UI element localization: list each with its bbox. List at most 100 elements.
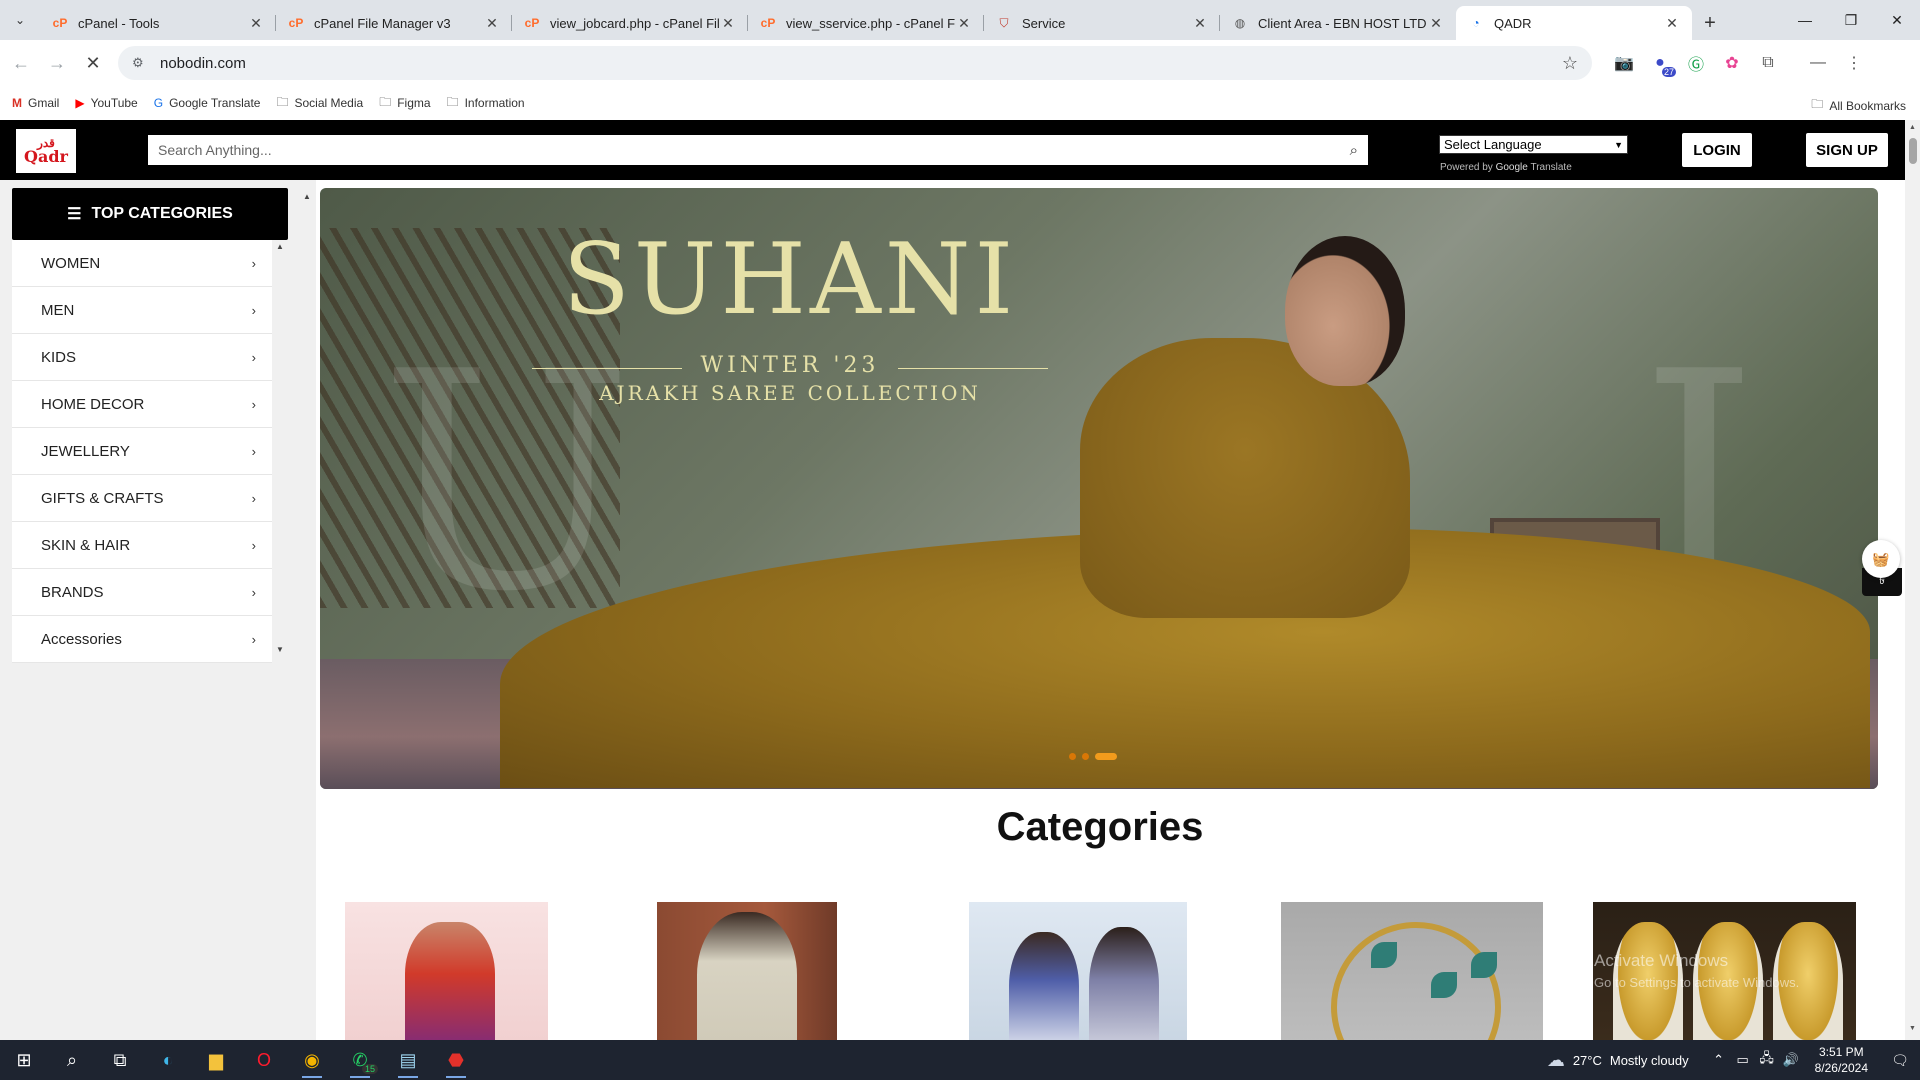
- browser-tab[interactable]: cP cPanel - Tools ✕: [40, 6, 276, 40]
- close-window-button[interactable]: ✕: [1874, 0, 1920, 40]
- sidebar-item-men[interactable]: MEN ›: [12, 287, 272, 334]
- language-select[interactable]: Select Language ▼: [1439, 135, 1628, 154]
- new-tab-button[interactable]: +: [1692, 6, 1728, 40]
- search-icon[interactable]: ⌕: [1350, 142, 1358, 159]
- task-view-icon[interactable]: ⧉: [96, 1040, 144, 1080]
- main-scroll-up-icon[interactable]: ▲: [303, 192, 311, 201]
- opera-icon[interactable]: O: [240, 1040, 288, 1080]
- close-icon[interactable]: ✕: [248, 15, 264, 32]
- chevron-right-icon: ›: [251, 631, 256, 647]
- bookmark-folder-figma[interactable]: 🗀 Figma: [379, 93, 430, 114]
- chrome-icon[interactable]: ◉: [288, 1040, 336, 1080]
- hero-banner[interactable]: U I SUHANI WINTER '23 AJRAKH SAREE COLLE…: [320, 188, 1878, 789]
- slide-dot-active[interactable]: [1095, 753, 1117, 760]
- back-button[interactable]: ←: [6, 48, 36, 78]
- close-icon[interactable]: ✕: [956, 15, 972, 32]
- sidebar-item-home-decor[interactable]: HOME DECOR ›: [12, 381, 272, 428]
- sidebar-item-women[interactable]: WOMEN ›: [12, 240, 272, 287]
- category-tile-women[interactable]: [345, 902, 548, 1040]
- stop-loading-button[interactable]: ✕: [78, 48, 108, 78]
- bookmark-gmail[interactable]: M Gmail: [12, 96, 59, 110]
- close-icon[interactable]: ✕: [484, 15, 500, 32]
- taskbar-clock[interactable]: 3:51 PM 8/26/2024: [1815, 1044, 1868, 1076]
- color-picker-icon[interactable]: ✿: [1714, 48, 1750, 78]
- search-icon[interactable]: ⌕: [48, 1040, 96, 1080]
- page-scrollbar[interactable]: ▲ ▼: [1905, 120, 1920, 1040]
- extension-badge-icon[interactable]: ● 27: [1642, 48, 1678, 78]
- device-icon[interactable]: ▭: [1731, 1052, 1755, 1068]
- site-info-icon[interactable]: ⚙: [132, 55, 150, 71]
- search-input[interactable]: Search Anything...: [158, 142, 1350, 158]
- close-icon[interactable]: ✕: [720, 15, 736, 32]
- site-search-box[interactable]: Search Anything... ⌕: [148, 135, 1368, 165]
- browser-tab-active[interactable]: ◔ QADR ✕: [1456, 6, 1692, 40]
- signup-button[interactable]: SIGN UP: [1806, 133, 1888, 167]
- qadr-logo[interactable]: قدر Qadr: [16, 129, 76, 173]
- category-tile-home-decor[interactable]: [1281, 902, 1543, 1040]
- bookmark-youtube[interactable]: ▶ YouTube: [75, 96, 137, 110]
- forward-button[interactable]: →: [42, 48, 72, 78]
- network-icon[interactable]: 🖧: [1755, 1049, 1779, 1071]
- close-icon[interactable]: ✕: [1428, 15, 1444, 32]
- browser-tab[interactable]: cP view_sservice.php - cPanel File ✕: [748, 6, 984, 40]
- browser-tab[interactable]: cP cPanel File Manager v3 ✕: [276, 6, 512, 40]
- all-bookmarks[interactable]: 🗀 All Bookmarks: [1811, 95, 1906, 116]
- category-tile-men[interactable]: [657, 902, 837, 1040]
- sidebar-item-gifts-crafts[interactable]: GIFTS & CRAFTS ›: [12, 475, 272, 522]
- profile-icon[interactable]: —: [1800, 48, 1836, 78]
- tab-search-button[interactable]: ⌄: [0, 0, 40, 40]
- top-categories-header[interactable]: ☰ TOP CATEGORIES: [12, 188, 288, 240]
- browser-tab[interactable]: cP view_jobcard.php - cPanel File ✕: [512, 6, 748, 40]
- sidebar-item-skin-hair[interactable]: SKIN & HAIR ›: [12, 522, 272, 569]
- close-icon[interactable]: ✕: [1192, 15, 1208, 32]
- file-explorer-icon[interactable]: ▆: [192, 1040, 240, 1080]
- chevron-right-icon: ›: [251, 584, 256, 600]
- sidebar-item-brands[interactable]: BRANDS ›: [12, 569, 272, 616]
- notepad-icon[interactable]: ▤: [384, 1040, 432, 1080]
- scrollbar-thumb[interactable]: [1909, 138, 1917, 164]
- bookmark-folder-information[interactable]: 🗀 Information: [447, 93, 525, 114]
- minimize-button[interactable]: —: [1782, 0, 1828, 40]
- category-tile-kids[interactable]: [969, 902, 1187, 1040]
- close-icon: ✕: [1891, 11, 1903, 28]
- edge-icon[interactable]: ◐: [144, 1040, 192, 1080]
- sidebar-scroll-up-icon[interactable]: ▲: [276, 242, 284, 251]
- cpanel-icon: cP: [524, 16, 540, 30]
- restore-button[interactable]: ❐: [1828, 0, 1874, 40]
- all-bookmarks-label: All Bookmarks: [1829, 98, 1906, 113]
- hero-slide-dots: [1069, 753, 1117, 760]
- sidebar-scroll-down-icon[interactable]: ▼: [276, 645, 284, 654]
- slide-dot[interactable]: [1082, 753, 1089, 760]
- bookmark-star-icon[interactable]: ☆: [1562, 53, 1578, 74]
- scroll-down-icon[interactable]: ▼: [1909, 1025, 1916, 1032]
- extensions-puzzle-icon[interactable]: ⧉: [1750, 48, 1786, 78]
- volume-icon[interactable]: 🔊: [1779, 1052, 1803, 1068]
- camera-icon[interactable]: 📷: [1606, 48, 1642, 78]
- plus-icon: +: [1704, 11, 1716, 34]
- sidebar-item-kids[interactable]: KIDS ›: [12, 334, 272, 381]
- menu-kebab-icon[interactable]: ⋮: [1836, 48, 1872, 78]
- slide-dot[interactable]: [1069, 753, 1076, 760]
- basket-icon[interactable]: 🧺: [1862, 540, 1900, 578]
- acrobat-icon[interactable]: ⬣: [432, 1040, 480, 1080]
- close-icon[interactable]: ✕: [1664, 15, 1680, 32]
- floating-cart[interactable]: ৳ 🧺: [1862, 540, 1902, 596]
- notification-icon[interactable]: 🗨: [1880, 1052, 1920, 1069]
- bookmark-google-translate[interactable]: G Google Translate: [154, 96, 261, 110]
- bookmark-folder-social-media[interactable]: 🗀 Social Media: [276, 93, 363, 114]
- weather-widget[interactable]: ☁ 27°C Mostly cloudy: [1547, 1050, 1689, 1071]
- whatsapp-icon[interactable]: ✆ 15: [336, 1040, 384, 1080]
- login-button[interactable]: LOGIN: [1682, 133, 1752, 167]
- grammarly-icon[interactable]: Ⓖ: [1678, 48, 1714, 78]
- scroll-up-icon[interactable]: ▲: [1909, 124, 1916, 131]
- chevron-up-icon[interactable]: ⌃: [1707, 1052, 1731, 1068]
- browser-tab[interactable]: ⛉ Service ✕: [984, 6, 1220, 40]
- browser-tab[interactable]: ◍ Client Area - EBN HOST LTD ✕: [1220, 6, 1456, 40]
- weather-text: Mostly cloudy: [1609, 1052, 1689, 1068]
- address-url[interactable]: nobodin.com: [160, 55, 1562, 72]
- sidebar-item-jewellery[interactable]: JEWELLERY ›: [12, 428, 272, 475]
- sidebar-item-accessories[interactable]: Accessories ›: [12, 616, 272, 663]
- folder-icon: 🗀: [379, 94, 392, 109]
- windows-start-icon[interactable]: ⊞: [0, 1040, 48, 1080]
- address-bar[interactable]: ⚙ nobodin.com ☆: [118, 46, 1592, 80]
